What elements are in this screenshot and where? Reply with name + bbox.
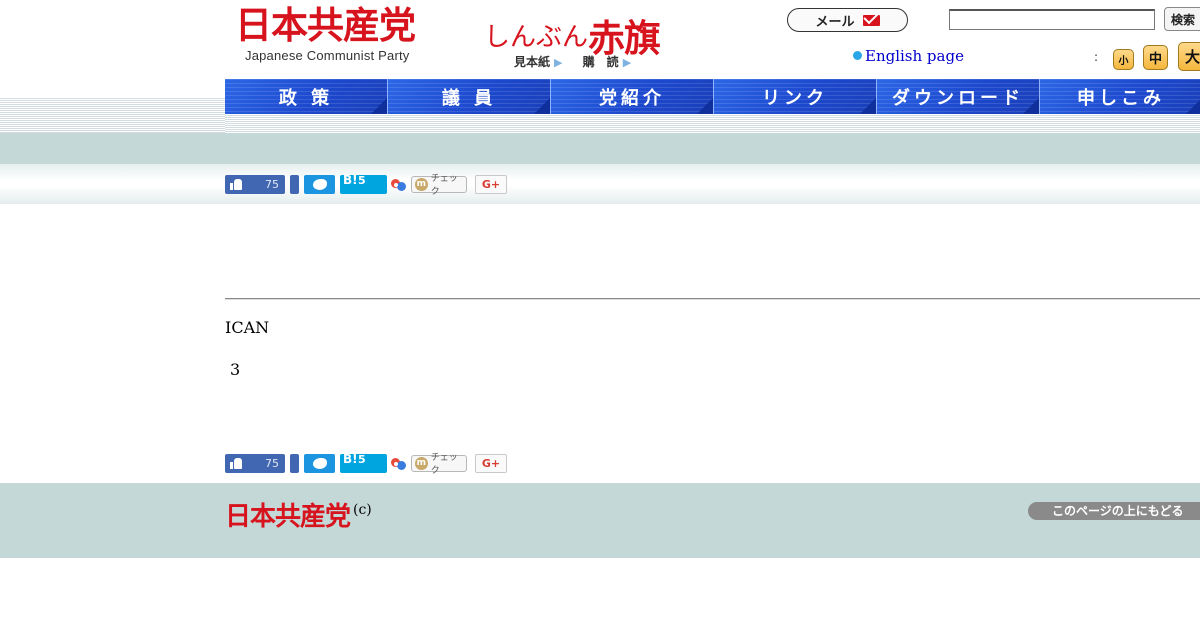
akahata-logo-hiragana: しんぶん [484,22,589,53]
twitter-bird-icon [312,457,327,469]
search-button[interactable]: 検索 [1164,7,1200,31]
header-stripe-below-nav [225,114,1200,133]
footer-logo: 日本共産党 [225,502,351,532]
global-nav: 政 策 議 員 党紹介 リンク ダウンロード 申しこみ [225,79,1200,114]
mixi-check-button[interactable]: m チェック [411,174,467,197]
footer-copyright: (c) [353,502,372,518]
mail-button-label: メール [815,14,855,30]
font-size-small-button[interactable]: 小 [1113,49,1134,70]
share-buttons-bottom: 75 B! 5 m チェック G+ [225,451,507,476]
article-divider [225,298,1200,300]
twitter-button[interactable] [304,174,335,194]
thumbs-up-icon [230,178,242,190]
mixi-icon: m [415,177,428,191]
sample-paper-link[interactable]: 見本紙 ▶ [514,55,562,69]
envelope-icon [862,14,880,26]
footer [0,483,1200,558]
google-plus-button[interactable]: G+ [475,453,507,473]
nav-item-about[interactable]: 党紹介 [551,79,714,114]
twitter-button[interactable] [304,453,335,473]
jcp-logo-link[interactable]: 日本共産党 Japanese Communist Party [235,4,416,64]
twitter-bird-icon [312,178,327,190]
article-title: ICAN [225,318,270,337]
bullet-dot-icon [853,51,862,60]
subscribe-link[interactable]: 購 読 ▶ [583,55,631,69]
hatena-bookmark-button[interactable]: B! 5 [340,451,387,473]
thumbs-up-icon [230,457,242,469]
jcp-logo-text: 日本共産党 [235,4,416,47]
hatena-icon: B! [343,172,358,187]
facebook-share-button[interactable] [290,174,299,194]
page-top-button[interactable]: このページの上にもどる [1028,502,1200,520]
search-input[interactable] [949,9,1155,30]
jcp-logo-english: Japanese Communist Party [245,48,410,63]
article-date: 3 [230,360,241,379]
header-stripe-left [0,97,225,133]
facebook-like-button[interactable]: 75 [225,174,285,194]
font-size-separator: : [1094,50,1099,64]
facebook-like-button[interactable]: 75 [225,453,285,473]
triangle-right-icon: ▶ [622,56,632,69]
nav-item-apply[interactable]: 申しこみ [1040,79,1200,114]
nav-item-policy[interactable]: 政 策 [225,79,388,114]
mail-button[interactable]: メール [787,8,908,32]
nav-item-download[interactable]: ダウンロード [877,79,1040,114]
hatena-count: 5 [358,452,366,466]
hatena-bookmark-button[interactable]: B! 5 [340,172,387,194]
nav-item-members[interactable]: 議 員 [388,79,551,114]
share-buttons-top: 75 B! 5 m チェック G+ [225,172,507,197]
triangle-right-icon: ▶ [554,56,563,69]
nav-item-links[interactable]: リンク [714,79,877,114]
hatena-count: 5 [358,173,366,187]
google-plus-button[interactable]: G+ [475,174,507,194]
facebook-share-button[interactable] [290,453,299,473]
breadcrumb-band [0,133,1200,164]
google-bookmark-icon[interactable] [390,455,407,472]
like-count: 75 [265,456,279,470]
english-page-link[interactable]: English page [853,47,964,65]
font-size-medium-button[interactable]: 中 [1143,45,1168,70]
like-count: 75 [265,177,279,191]
font-size-large-button[interactable]: 大 [1178,42,1200,71]
google-bookmark-icon[interactable] [390,176,407,193]
mixi-icon: m [415,456,428,470]
hatena-icon: B! [343,451,358,466]
akahata-sub-links: 見本紙 ▶ 購 読 ▶ [514,53,647,70]
mixi-check-button[interactable]: m チェック [411,453,467,476]
share-band [0,164,1200,204]
